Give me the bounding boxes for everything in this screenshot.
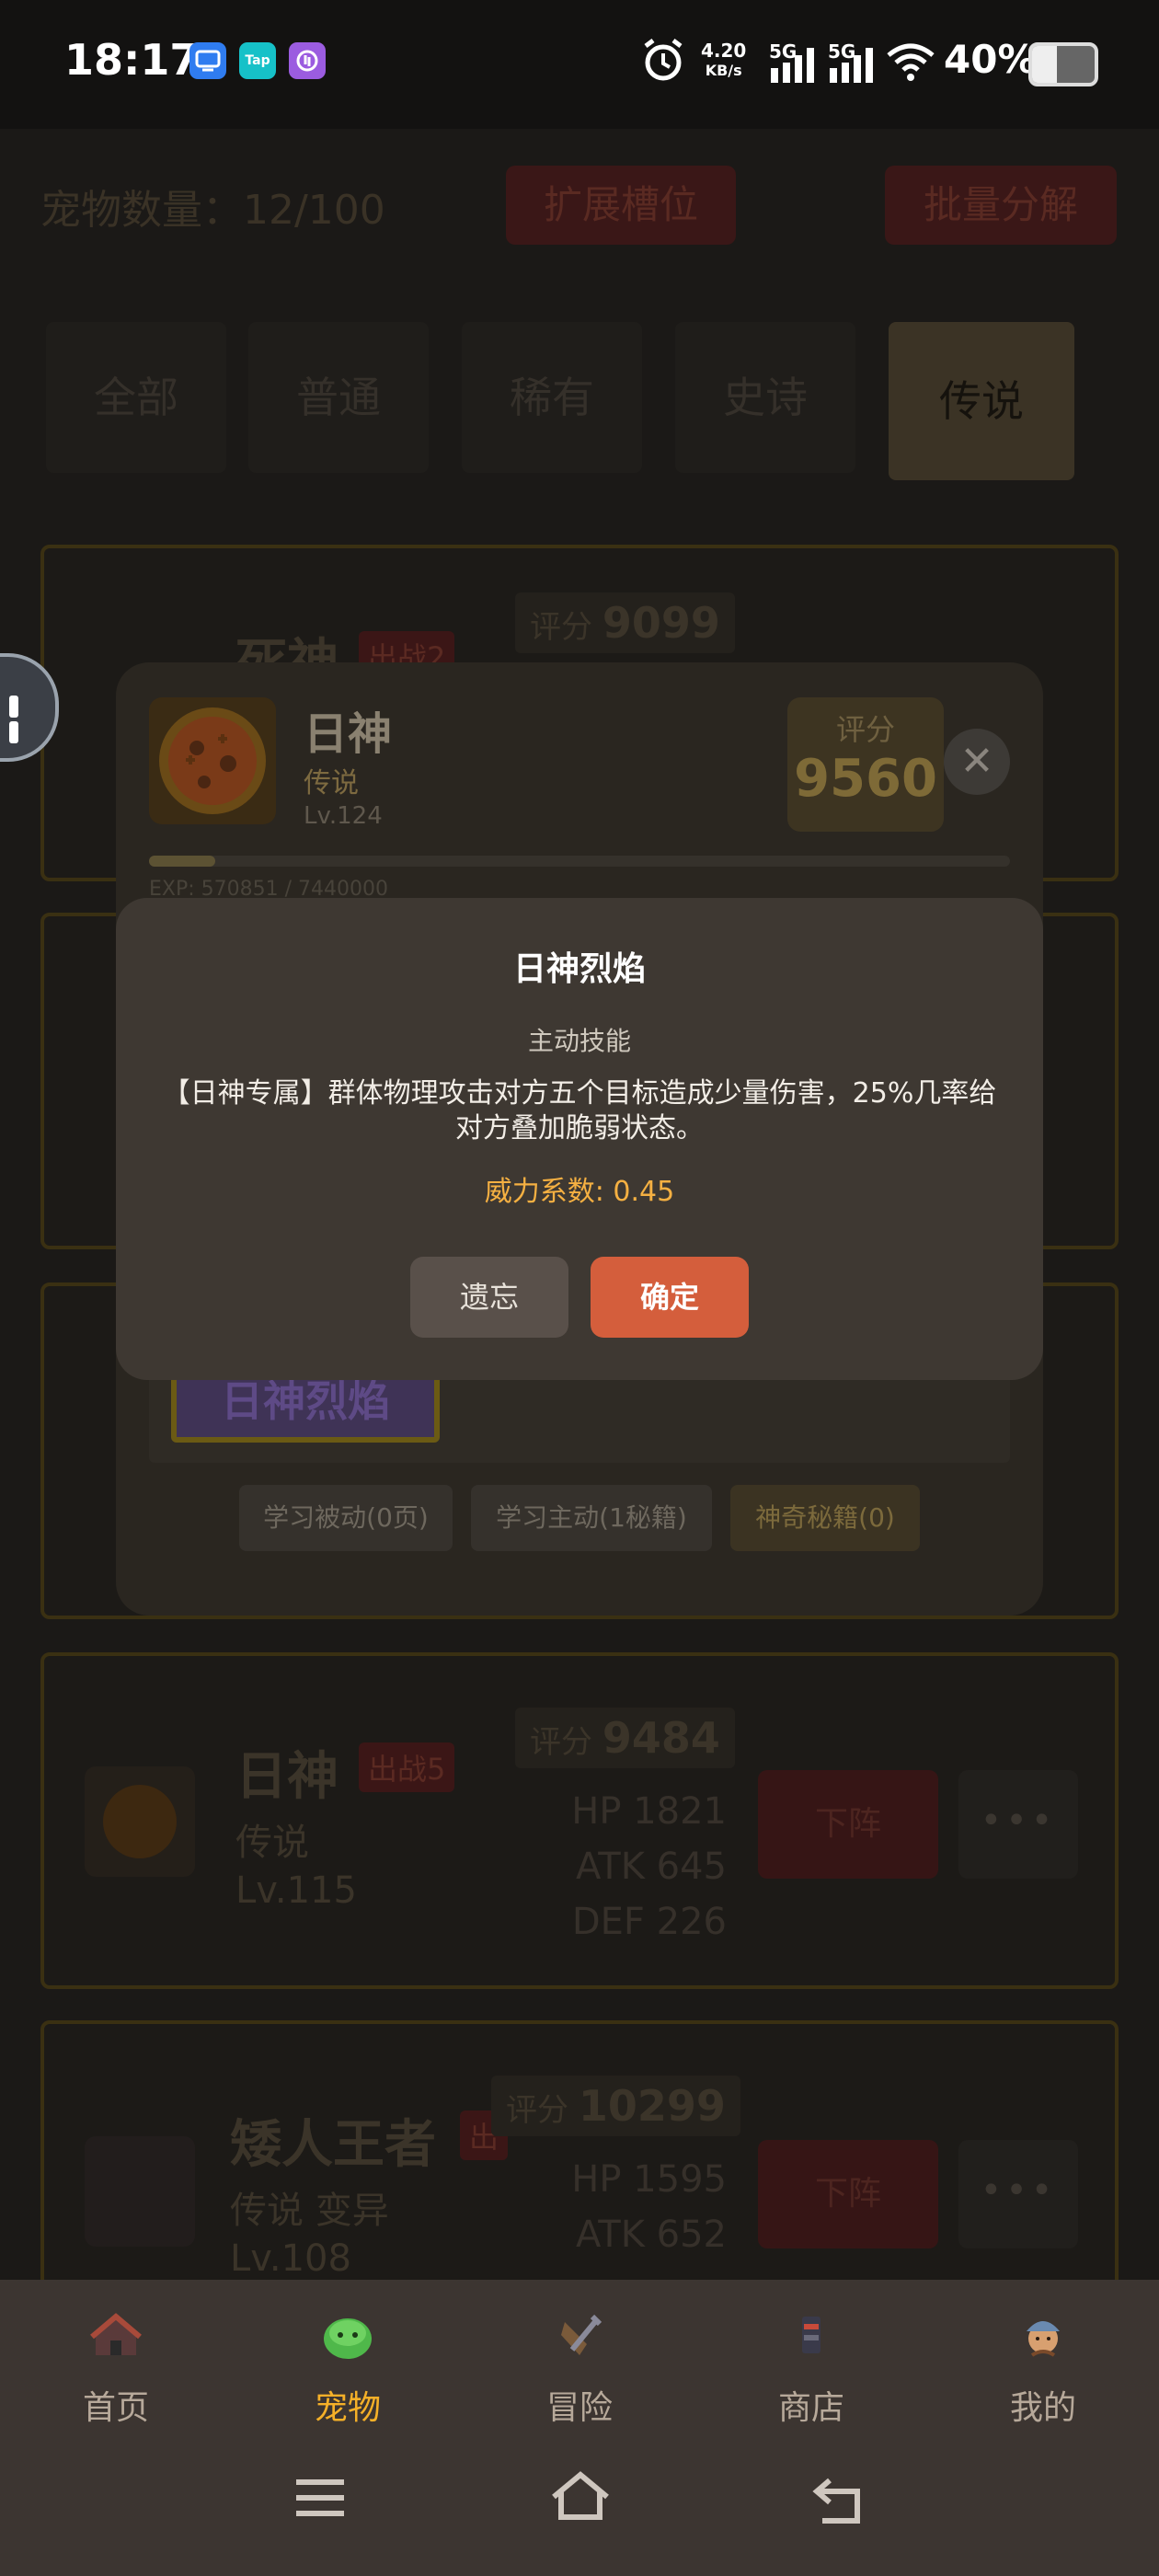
confirm-button[interactable]: 确定	[591, 1257, 749, 1338]
pet-card-level: Lv.115	[235, 1869, 357, 1912]
sun-god-portrait	[149, 697, 276, 824]
skill-power: 威力系数: 0.45	[484, 1176, 675, 1208]
withdraw-button[interactable]: 下阵	[758, 1770, 938, 1879]
pet-card-def: DEF 226	[571, 1901, 727, 1943]
skill-title: 日神烈焰	[512, 950, 646, 988]
pet-card-score: 评分 9484	[515, 1708, 735, 1768]
net-speed: 4.20 KB/s	[701, 40, 747, 79]
nav-pets[interactable]: 宠物	[256, 2307, 440, 2429]
battle-slot-badge: 出战5	[359, 1742, 455, 1792]
home-house-icon	[88, 2307, 143, 2363]
pet-card-score: 评分 10299	[491, 2076, 740, 2136]
nav-shop[interactable]: 商店	[719, 2307, 903, 2429]
pet-card-hp: HP 1595	[571, 2158, 727, 2201]
status-time: 18:17	[64, 35, 200, 85]
pet-card-hp: HP 1821	[571, 1790, 727, 1833]
shop-stall-icon	[784, 2307, 839, 2363]
back-icon[interactable]	[809, 2475, 865, 2530]
pet-card-level: Lv.108	[230, 2237, 351, 2280]
wifi-icon	[885, 42, 936, 86]
music-app-icon	[289, 42, 326, 79]
tab-epic[interactable]: 史诗	[675, 322, 855, 473]
detail-pet-rarity: 传说	[304, 767, 359, 799]
nav-home[interactable]: 首页	[24, 2307, 208, 2429]
menu-icon[interactable]	[293, 2475, 348, 2524]
learn-active-button[interactable]: 学习主动(1秘籍)	[471, 1485, 712, 1551]
learn-passive-button[interactable]: 学习被动(0页)	[239, 1485, 453, 1551]
status-bar: 18:17 Tap 4.20 KB/s 5G 5G 40%	[0, 0, 1159, 129]
pet-card-atk: ATK 652	[576, 2214, 727, 2256]
pet-card-atk: ATK 645	[576, 1846, 727, 1888]
sword-shield-icon	[552, 2307, 607, 2363]
alarm-icon	[640, 37, 686, 88]
cast-app-icon	[189, 42, 226, 79]
expand-slots-button[interactable]: 扩展槽位	[506, 166, 736, 245]
more-options-button[interactable]: •••	[958, 1770, 1078, 1879]
pet-card-rarity: 传说 变异	[230, 2190, 389, 2232]
pet-card-rarity: 传说	[235, 1822, 309, 1864]
tab-legendary[interactable]: 传说	[889, 322, 1074, 480]
battery-icon	[1028, 42, 1098, 86]
dwarf-king-avatar	[85, 2136, 195, 2247]
home-icon[interactable]	[548, 2469, 613, 2528]
nav-profile[interactable]: 我的	[951, 2307, 1135, 2429]
pet-card-score: 评分 9099	[515, 592, 735, 653]
close-icon[interactable]: ✕	[944, 729, 1010, 795]
pet-count: 宠物数量：12/100	[40, 187, 385, 234]
forget-button[interactable]: 遗忘	[410, 1257, 568, 1338]
batch-decompose-button[interactable]: 批量分解	[885, 166, 1117, 245]
green-slime-pet-icon	[320, 2307, 375, 2363]
battery-percent: 40%	[944, 37, 1037, 82]
magic-book-button[interactable]: 神奇秘籍(0)	[730, 1485, 920, 1551]
tab-common[interactable]: 普通	[248, 322, 429, 473]
withdraw-button[interactable]: 下阵	[758, 2140, 938, 2248]
detail-score-box: 评分 9560	[787, 697, 944, 832]
skill-type: 主动技能	[527, 1026, 631, 1056]
tab-rare[interactable]: 稀有	[462, 322, 642, 473]
taptap-app-icon: Tap	[239, 42, 276, 79]
avatar-profile-icon	[1016, 2307, 1071, 2363]
detail-pet-level: Lv.124	[304, 802, 383, 830]
skill-description: 【日神专属】群体物理攻击对方五个目标造成少量伤害，25%几率给对方叠加脆弱状态。	[162, 1077, 997, 1144]
exp-progress-bar	[149, 856, 1010, 867]
more-options-button[interactable]: •••	[958, 2140, 1078, 2248]
tab-all[interactable]: 全部	[46, 322, 226, 473]
pet-card-name: 日神	[235, 1747, 339, 1807]
nav-adventure[interactable]: 冒险	[488, 2307, 671, 2429]
pet-card-name: 矮人王者	[230, 2115, 436, 2175]
sun-god-avatar	[85, 1766, 195, 1877]
detail-pet-name: 日神	[304, 708, 393, 760]
